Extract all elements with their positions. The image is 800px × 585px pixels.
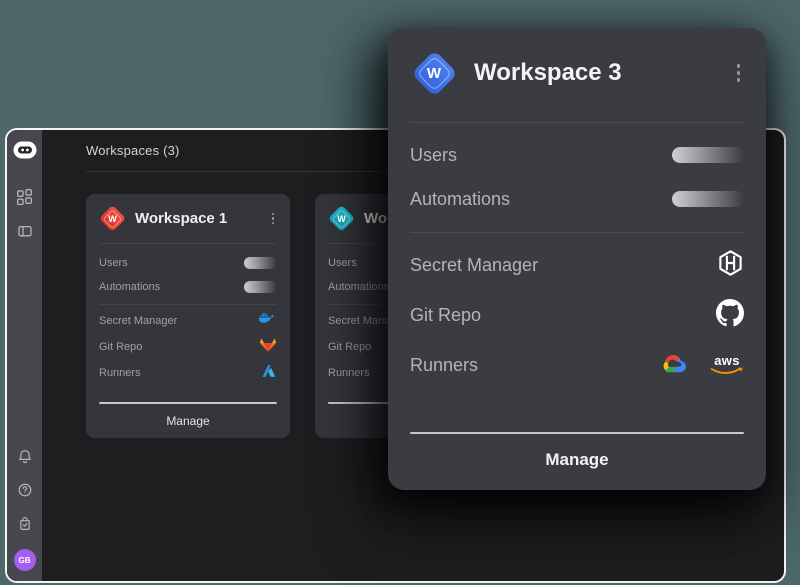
automations-row: Automations <box>99 275 277 299</box>
automations-skeleton-loader <box>672 191 744 207</box>
automations-label: Automations <box>99 281 160 293</box>
secret-manager-label: Secret Manager <box>410 255 538 276</box>
sidebar-item-library[interactable] <box>17 223 33 244</box>
workspace-card-1: W Workspace 1 Users Automations <box>86 194 290 438</box>
git-repo-label: Git Repo <box>328 341 371 353</box>
runners-row: Runners <box>99 360 277 386</box>
runners-row: Runners aws <box>410 340 744 390</box>
gcp-icon <box>657 350 688 380</box>
divider <box>410 232 744 233</box>
workspace-card-3: W Workspace 3 Users Automations Secret M… <box>388 28 766 490</box>
runners-label: Runners <box>99 367 141 379</box>
git-repo-label: Git Repo <box>99 341 142 353</box>
secret-manager-row: Secret Manager <box>99 308 277 334</box>
sidebar: GB <box>7 130 42 581</box>
users-label: Users <box>99 257 128 269</box>
automations-label: Automations <box>328 281 389 293</box>
automations-row: Automations <box>410 177 744 221</box>
git-repo-label: Git Repo <box>410 305 481 326</box>
workspace3-manage-button[interactable]: Manage <box>410 440 744 480</box>
divider <box>410 122 744 123</box>
aws-label: aws <box>714 354 739 367</box>
users-row: Users <box>410 133 744 177</box>
gitlab-icon <box>259 336 277 358</box>
avatar-initials: GB <box>19 556 31 565</box>
git-repo-row: Git Repo <box>99 334 277 360</box>
user-avatar[interactable]: GB <box>14 549 36 571</box>
dashboard-icon <box>16 188 33 210</box>
divider <box>99 304 277 305</box>
workspace1-logo: W <box>99 205 126 232</box>
book-icon <box>17 223 33 244</box>
bell-icon <box>17 448 33 470</box>
workspace1-manage-button[interactable]: Manage <box>99 404 277 437</box>
runners-label: Runners <box>410 355 478 376</box>
aws-icon: aws <box>710 354 744 376</box>
workspace1-menu-button[interactable] <box>269 210 278 228</box>
manage-divider <box>410 432 744 434</box>
help-button[interactable] <box>17 482 33 503</box>
users-row: Users <box>99 251 277 275</box>
workspace3-menu-button[interactable] <box>733 60 745 86</box>
workspace2-logo: W <box>328 205 355 232</box>
azure-icon <box>260 363 277 384</box>
users-skeleton-loader <box>244 257 277 269</box>
notifications-button[interactable] <box>17 448 33 470</box>
git-repo-row: Git Repo <box>410 290 744 340</box>
help-icon <box>17 482 33 503</box>
divider <box>99 243 277 244</box>
bag-check-icon <box>17 515 33 537</box>
sidebar-item-dashboard[interactable] <box>16 188 33 210</box>
workspace3-logo: W <box>410 49 458 97</box>
runners-label: Runners <box>328 367 370 379</box>
users-skeleton-loader <box>672 147 744 163</box>
workspace1-title: Workspace 1 <box>135 210 260 227</box>
workspace3-logo-letter: W <box>427 65 441 82</box>
page-title: Workspaces (3) <box>86 143 180 158</box>
hashicorp-icon <box>717 249 744 282</box>
secret-manager-row: Secret Manager <box>410 240 744 290</box>
orders-button[interactable] <box>17 515 33 537</box>
app-logo[interactable] <box>13 141 37 164</box>
workspace2-logo-letter: W <box>337 214 346 224</box>
robot-logo-icon <box>13 141 37 164</box>
users-label: Users <box>410 145 457 166</box>
workspace3-title: Workspace 3 <box>474 59 717 87</box>
users-label: Users <box>328 257 357 269</box>
automations-skeleton-loader <box>244 281 277 293</box>
automations-label: Automations <box>410 189 510 210</box>
github-icon <box>716 299 744 332</box>
secret-manager-label: Secret Manager <box>99 315 177 327</box>
workspace1-logo-letter: W <box>108 214 117 224</box>
docker-icon <box>258 311 277 331</box>
